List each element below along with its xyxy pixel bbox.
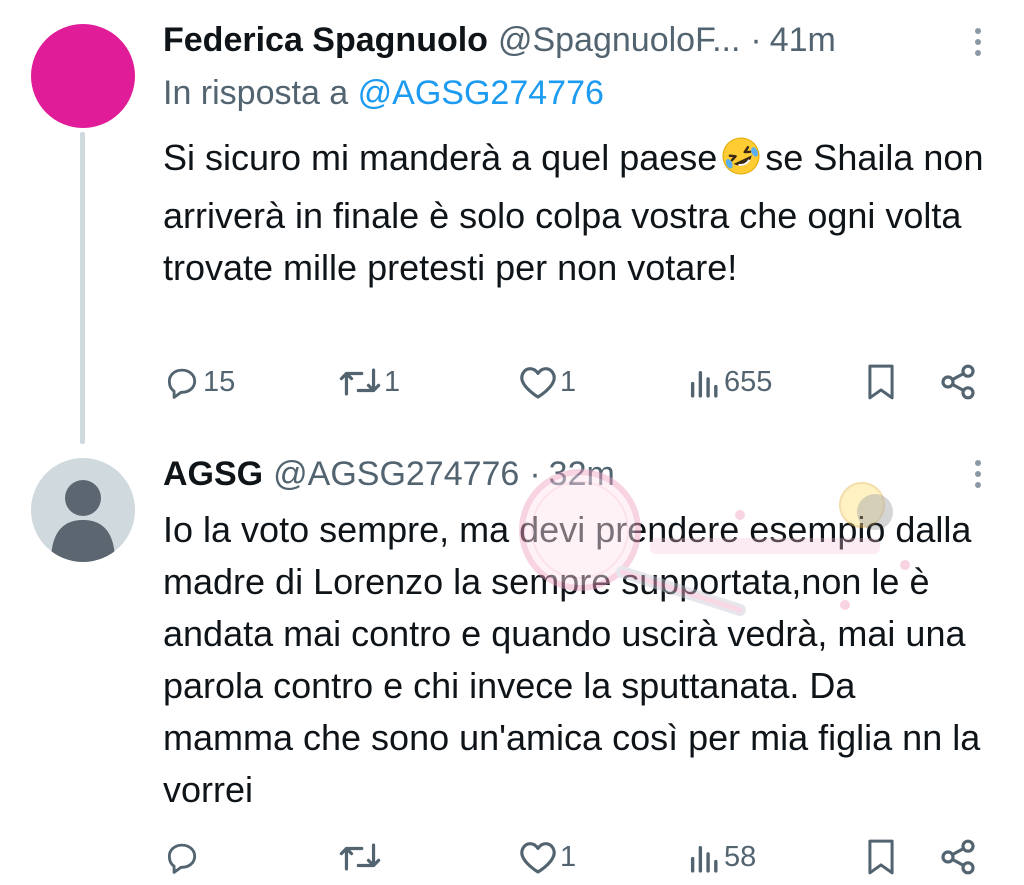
reply-icon — [167, 843, 197, 874]
more-options-icon[interactable] — [974, 28, 982, 56]
tweet-text-part: Si sicuro mi manderà a quel paese — [163, 137, 718, 178]
author-handle[interactable]: @SpagnuoloF... — [498, 21, 740, 60]
retweet-button[interactable] — [338, 837, 384, 877]
retweet-button[interactable]: 1 — [338, 362, 400, 402]
heart-icon — [520, 367, 556, 399]
tweet-actions: 15 1 1 655 — [163, 362, 983, 402]
share-icon — [941, 364, 975, 400]
reply-prefix: In risposta a — [163, 74, 349, 112]
views-icon — [690, 846, 718, 873]
tweet[interactable]: Federica Spagnuolo @SpagnuoloF... · 41m … — [0, 0, 1024, 444]
tweet-header: Federica Spagnuolo @SpagnuoloF... · 41m — [163, 18, 836, 62]
like-count: 1 — [560, 840, 577, 873]
more-options-icon[interactable] — [974, 460, 982, 488]
tweet[interactable]: AGSG @AGSG274776 · 32m Io la voto sempre… — [0, 440, 1024, 885]
default-avatar-icon — [51, 480, 115, 562]
avatar[interactable] — [31, 458, 135, 562]
reply-button[interactable]: 15 — [163, 362, 235, 402]
tweet-text: Io la voto sempre, ma devi prendere esem… — [163, 509, 981, 810]
bookmark-icon — [868, 839, 894, 875]
reply-count: 15 — [203, 365, 236, 398]
bookmark-icon — [868, 364, 894, 400]
bookmark-button[interactable] — [863, 362, 899, 402]
views-count: 58 — [724, 840, 757, 873]
reply-mention-link[interactable]: @AGSG274776 — [358, 74, 604, 112]
separator: · — [529, 454, 541, 493]
tweet-text: Si sicuro mi manderà a quel paese se Sha… — [163, 132, 993, 294]
heart-icon — [520, 842, 556, 874]
reply-button[interactable] — [163, 837, 203, 877]
thread-line — [80, 132, 85, 444]
avatar[interactable] — [31, 24, 135, 128]
timestamp[interactable]: 32m — [549, 455, 615, 494]
retweet-icon — [339, 843, 381, 871]
author-name[interactable]: Federica Spagnuolo — [163, 21, 488, 60]
like-button[interactable]: 1 — [518, 837, 576, 877]
reply-icon — [167, 368, 197, 399]
rolling-on-floor-laughing-emoji — [721, 136, 761, 190]
share-button[interactable] — [938, 362, 978, 402]
separator: · — [750, 20, 762, 59]
views-icon — [690, 371, 718, 398]
views-count: 655 — [724, 365, 773, 398]
like-count: 1 — [560, 365, 577, 398]
reply-context: In risposta a @AGSG274776 — [163, 74, 604, 113]
views-button[interactable]: 655 — [688, 362, 772, 402]
tweet-actions: 1 58 — [163, 837, 983, 877]
share-button[interactable] — [938, 837, 978, 877]
tweet-header: AGSG @AGSG274776 · 32m — [163, 452, 615, 496]
bookmark-button[interactable] — [863, 837, 899, 877]
author-handle[interactable]: @AGSG274776 — [273, 455, 519, 494]
author-name[interactable]: AGSG — [163, 455, 263, 494]
retweet-count: 1 — [384, 365, 401, 398]
share-icon — [941, 839, 975, 875]
timestamp[interactable]: 41m — [770, 21, 836, 60]
retweet-icon — [339, 368, 381, 396]
like-button[interactable]: 1 — [518, 362, 576, 402]
views-button[interactable]: 58 — [688, 837, 756, 877]
